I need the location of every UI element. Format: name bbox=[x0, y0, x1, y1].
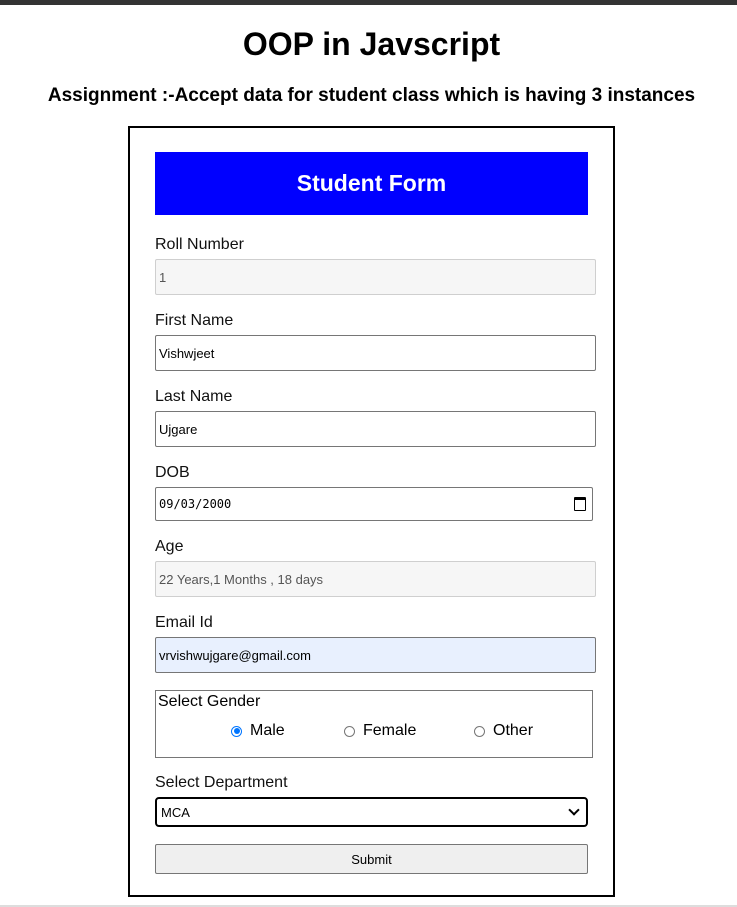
department-value: MCA bbox=[161, 804, 190, 820]
gender-label: Select Gender bbox=[158, 693, 261, 710]
email-label: Email Id bbox=[155, 614, 213, 631]
gender-fieldset: Select Gender Male Female Other bbox=[155, 690, 593, 758]
browser-top-bar bbox=[0, 0, 737, 5]
email-input[interactable]: vrvishwujgare@gmail.com bbox=[155, 637, 596, 673]
dob-value: 09/03/2000 bbox=[159, 497, 232, 511]
first-name-input[interactable]: Vishwjeet bbox=[155, 335, 596, 371]
first-name-label: First Name bbox=[155, 312, 234, 329]
department-label: Select Department bbox=[155, 774, 288, 791]
student-form: Student Form Roll Number 1 First Name Vi… bbox=[128, 126, 615, 897]
chevron-down-icon bbox=[568, 804, 580, 816]
form-header: Student Form bbox=[155, 152, 588, 215]
gender-option-other[interactable]: Other bbox=[474, 722, 533, 740]
radio-male[interactable] bbox=[231, 725, 242, 737]
last-name-label: Last Name bbox=[155, 388, 233, 405]
radio-other[interactable] bbox=[474, 725, 485, 737]
dob-label: DOB bbox=[155, 464, 190, 481]
gender-option-male[interactable]: Male bbox=[231, 722, 285, 740]
roll-number-input[interactable]: 1 bbox=[155, 259, 596, 295]
calendar-icon[interactable] bbox=[574, 497, 586, 511]
last-name-input[interactable]: Ujgare bbox=[155, 411, 596, 447]
gender-option-female[interactable]: Female bbox=[344, 722, 416, 740]
gender-option-label: Female bbox=[363, 722, 417, 739]
page-title: OOP in Javscript bbox=[242, 26, 501, 62]
dob-input[interactable]: 09/03/2000 bbox=[155, 487, 593, 521]
submit-button[interactable]: Submit bbox=[155, 844, 588, 874]
department-select[interactable]: MCA bbox=[155, 797, 588, 827]
gender-option-label: Male bbox=[250, 722, 285, 739]
age-label: Age bbox=[155, 538, 184, 555]
roll-number-label: Roll Number bbox=[155, 236, 244, 253]
age-input[interactable]: 22 Years,1 Months , 18 days bbox=[155, 561, 596, 597]
page-subtitle: Assignment :-Accept data for student cla… bbox=[47, 85, 696, 106]
radio-female[interactable] bbox=[344, 725, 355, 737]
gender-option-label: Other bbox=[493, 722, 534, 739]
